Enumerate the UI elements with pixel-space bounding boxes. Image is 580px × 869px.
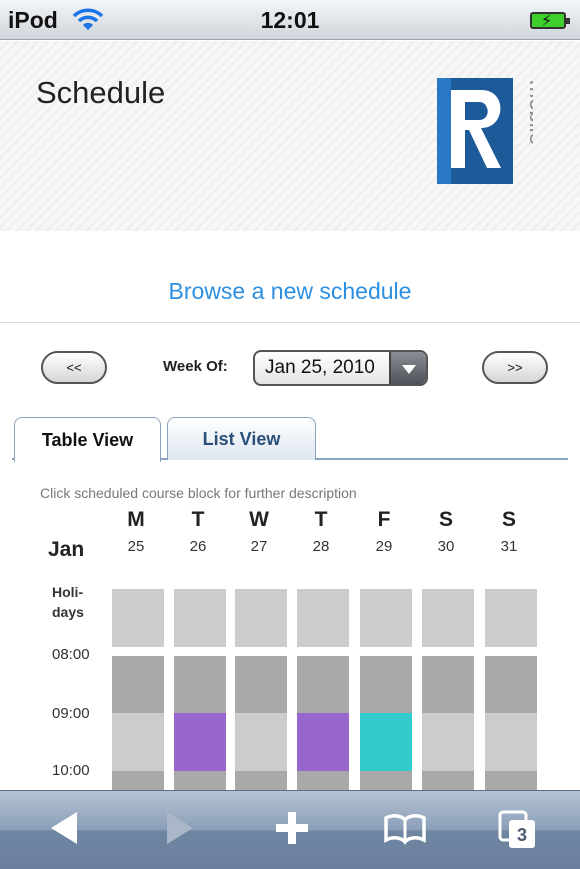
- day-letter: W: [249, 508, 269, 531]
- schedule-cell: [112, 589, 164, 647]
- schedule-cell: [485, 656, 537, 713]
- pages-count: 3: [517, 825, 527, 845]
- schedule-cell: [360, 771, 412, 790]
- browse-schedule-link[interactable]: Browse a new schedule: [0, 278, 580, 305]
- day-number: 26: [189, 538, 207, 555]
- status-bar: iPod 12:01 ⚡: [0, 0, 580, 40]
- divider: [0, 322, 580, 323]
- pages-icon[interactable]: 3: [497, 808, 541, 852]
- schedule-cell: [485, 589, 537, 647]
- page-title: Schedule: [36, 75, 166, 110]
- chevron-down-icon: [389, 352, 426, 384]
- schedule-cell: [112, 713, 164, 771]
- day-number: 27: [250, 538, 268, 555]
- day-number: 28: [312, 538, 330, 555]
- time-label: 09:00: [52, 705, 90, 722]
- schedule-cell: [174, 771, 226, 790]
- day-number: 29: [375, 538, 393, 555]
- day-letter: F: [377, 508, 391, 531]
- tab-table-view[interactable]: Table View: [14, 417, 161, 462]
- page-header: Schedule mobile: [0, 41, 580, 231]
- clock: 12:01: [260, 7, 320, 33]
- bookmarks-icon[interactable]: [382, 808, 428, 848]
- course-block[interactable]: [297, 713, 349, 771]
- tab-list-view[interactable]: List View: [167, 417, 316, 460]
- day-letter: S: [501, 508, 516, 531]
- schedule-cell: [360, 589, 412, 647]
- day-letter: T: [191, 508, 205, 531]
- back-icon[interactable]: [47, 808, 81, 848]
- day-letter: T: [314, 508, 328, 531]
- schedule-cell: [422, 589, 474, 647]
- schedule-cell: [112, 771, 164, 790]
- day-number: 31: [500, 538, 518, 555]
- time-label: 08:00: [52, 646, 90, 663]
- week-select[interactable]: Jan 25, 2010: [253, 350, 428, 386]
- day-number: 30: [437, 538, 455, 555]
- holidays-label: Holi- days: [52, 582, 84, 622]
- forward-icon[interactable]: [163, 808, 197, 848]
- next-week-button[interactable]: >>: [482, 351, 548, 384]
- schedule-cell: [235, 589, 287, 647]
- week-of-label: Week Of:: [163, 358, 228, 375]
- day-number: 25: [127, 538, 145, 555]
- month-label: Jan: [48, 538, 85, 561]
- schedule-cell: [112, 656, 164, 713]
- schedule-cell: [174, 589, 226, 647]
- calendar-hint: Click scheduled course block for further…: [40, 485, 357, 501]
- schedule-cell: [297, 771, 349, 790]
- course-block[interactable]: [174, 713, 226, 771]
- schedule-cell: [235, 713, 287, 771]
- day-letter: S: [438, 508, 453, 531]
- schedule-cell: [297, 589, 349, 647]
- course-block[interactable]: [360, 713, 412, 771]
- schedule-cell: [360, 656, 412, 713]
- schedule-cell: [235, 656, 287, 713]
- day-letter: M: [127, 508, 145, 531]
- schedule-cell: [297, 656, 349, 713]
- battery-icon: ⚡: [530, 12, 570, 30]
- holidays-label-line: days: [52, 604, 84, 620]
- logo-text: mobile: [525, 80, 533, 145]
- schedule-cell: [235, 771, 287, 790]
- r-mobile-logo: mobile: [437, 78, 533, 184]
- schedule-cell: [422, 771, 474, 790]
- add-icon[interactable]: [274, 808, 310, 848]
- week-select-value: Jan 25, 2010: [265, 357, 375, 378]
- schedule-cell: [485, 771, 537, 790]
- schedule-cell: [174, 656, 226, 713]
- prev-week-button[interactable]: <<: [41, 351, 107, 384]
- time-label: 10:00: [52, 762, 90, 779]
- holidays-label-line: Holi-: [52, 584, 84, 600]
- schedule-cell: [485, 713, 537, 771]
- schedule-cell: [422, 713, 474, 771]
- schedule-cell: [422, 656, 474, 713]
